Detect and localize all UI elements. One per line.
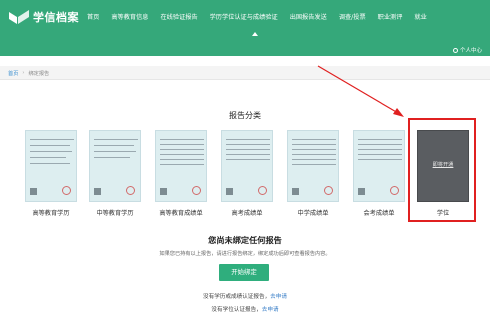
nav-higher-education[interactable]: 高等教育信息 (111, 12, 148, 21)
qr-code-icon (358, 188, 365, 195)
report-card-label: 中等教育学历 (96, 210, 134, 217)
apply-row-text: 没有学历或成绩认证报告， (203, 294, 271, 300)
stamp-icon (258, 186, 267, 195)
apply-row-text: 没有学位认证报告， (211, 307, 262, 313)
report-card-label: 中学成绩单 (297, 210, 329, 217)
user-icon (452, 47, 458, 53)
report-card-middle-school[interactable] (287, 130, 339, 202)
nav-certification[interactable]: 学历学位认证与成绩验证 (210, 12, 278, 21)
annotation-highlight-box (408, 118, 476, 222)
report-card-label: 会考成绩单 (363, 210, 395, 217)
stamp-icon (324, 186, 333, 195)
nav-survey[interactable]: 调查/投票 (339, 12, 366, 21)
breadcrumb-current: 绑定报告 (28, 71, 50, 77)
report-card-label: 高考成绩单 (231, 210, 263, 217)
report-card-huikao[interactable] (353, 130, 405, 202)
logo-icon (8, 9, 30, 25)
qr-code-icon (292, 188, 299, 195)
user-center-label: 个人中心 (459, 48, 482, 54)
stamp-icon (126, 186, 135, 195)
qr-code-icon (94, 188, 101, 195)
top-header: 学信档案 首页 高等教育信息 在线验证报告 学历学位认证与成绩验证 出国报告发送… (0, 0, 490, 56)
start-binding-button[interactable]: 开始绑定 (219, 264, 269, 281)
nav-overseas-report[interactable]: 出国报告发送 (290, 12, 327, 21)
breadcrumb-home[interactable]: 首页 (8, 70, 18, 77)
stamp-icon (62, 186, 71, 195)
apply-degree-cert-row: 没有学位认证报告，去申请 (0, 305, 490, 313)
qr-code-icon (226, 188, 233, 195)
stamp-icon (390, 186, 399, 195)
report-card-label: 高等教育学历 (32, 210, 70, 217)
nav-home[interactable]: 首页 (87, 12, 99, 21)
apply-link[interactable]: 去申请 (262, 307, 279, 313)
logo-text: 学信档案 (33, 11, 79, 24)
report-card-secondary-edu[interactable] (89, 130, 141, 202)
empty-state-title: 您尚未绑定任何报告 (208, 235, 282, 245)
report-card-gaokao[interactable] (221, 130, 273, 202)
breadcrumb: 首页 › 绑定报告 (0, 66, 490, 80)
main-nav: 首页 高等教育信息 在线验证报告 学历学位认证与成绩验证 出国报告发送 调查/投… (87, 12, 439, 21)
user-center-link[interactable]: 个人中心 (452, 46, 482, 54)
apply-degree-or-transcript-row: 没有学历或成绩认证报告，去申请 (0, 292, 490, 300)
nav-employment[interactable]: 就业 (414, 12, 426, 21)
breadcrumb-separator: › (22, 70, 25, 76)
qr-code-icon (30, 188, 37, 195)
report-card-higher-edu[interactable] (25, 130, 77, 202)
apply-link[interactable]: 去申请 (270, 294, 287, 300)
stamp-icon (192, 186, 201, 195)
nav-online-verification[interactable]: 在线验证报告 (161, 12, 198, 21)
qr-code-icon (160, 188, 167, 195)
empty-state-description: 如果您已持有以上报告，请进行报告绑定，绑定成功后即可查看报告内容。 (159, 251, 331, 257)
site-logo[interactable]: 学信档案 (8, 9, 79, 25)
report-card-label: 高等教育成绩单 (159, 210, 203, 217)
active-nav-caret-icon (252, 32, 258, 36)
nav-career-test[interactable]: 职业测评 (378, 12, 403, 21)
report-card-higher-transcript[interactable] (155, 130, 207, 202)
